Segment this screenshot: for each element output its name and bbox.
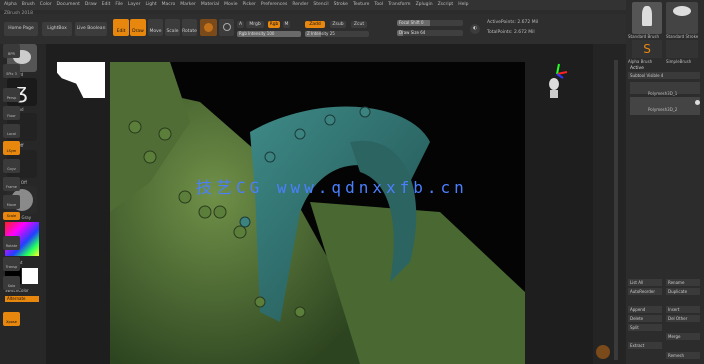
autoreorder-button[interactable]: AutoReorder — [628, 288, 662, 295]
gxyz-button[interactable]: Gxyz — [3, 159, 20, 173]
subtool-panel-title: Active — [630, 66, 644, 71]
edit-button[interactable]: Edit — [113, 19, 129, 36]
menu-item-alpha[interactable]: Alpha — [4, 2, 17, 8]
menu-item-help[interactable]: Help — [458, 2, 468, 8]
m-button[interactable]: M — [283, 21, 290, 28]
menu-item-marker[interactable]: Marker — [180, 2, 196, 8]
spix-button[interactable]: SPix 3 — [3, 64, 20, 78]
menu-item-macro[interactable]: Macro — [162, 2, 176, 8]
subtool-visible-slider[interactable]: Subtool Visible 4 — [628, 72, 700, 79]
subtool-name-4: SimpleBrush — [666, 59, 692, 64]
focal-shift-slider[interactable]: Focal Shift 0 — [397, 20, 463, 26]
merge-button[interactable]: Merge — [666, 333, 700, 340]
menu-item-material[interactable]: Material — [201, 2, 219, 8]
subtool-thumb-2[interactable] — [666, 2, 698, 34]
floor-button[interactable]: Floor — [3, 106, 20, 120]
menu-item-file[interactable]: File — [115, 2, 123, 8]
move-view-button[interactable]: Move — [3, 195, 20, 209]
menu-item-stencil[interactable]: Stencil — [313, 2, 328, 8]
viewport[interactable] — [110, 62, 525, 364]
material-sphere-icon[interactable] — [200, 19, 217, 36]
menu-item-draw[interactable]: Draw — [85, 2, 97, 8]
axis-gizmo-icon — [549, 63, 568, 98]
scale-view-button[interactable]: Scale — [3, 212, 20, 220]
zcut-button[interactable]: Zcut — [351, 21, 367, 28]
subtool-name-2: Standard Stroke — [666, 34, 699, 39]
solo-button[interactable]: Solo — [3, 276, 20, 290]
menu-item-preferences[interactable]: Preferences — [261, 2, 287, 8]
active-points: ActivePoints: 2.672 Mil — [487, 20, 539, 25]
rename-button[interactable]: Rename — [666, 279, 700, 286]
duplicate-button[interactable]: Duplicate — [666, 288, 700, 295]
remesh-button[interactable]: Remesh — [666, 352, 700, 359]
right-scrollbar[interactable] — [614, 60, 618, 360]
menu-item-stroke[interactable]: Stroke — [334, 2, 348, 8]
live-boolean-button[interactable]: Live Boolean — [75, 22, 107, 36]
menu-item-document[interactable]: Document — [57, 2, 80, 8]
list-all-button[interactable]: List All — [628, 279, 662, 286]
rgb-intensity-slider[interactable]: Rgb Intensity 100 — [237, 31, 301, 37]
mrgb-button[interactable]: Mrgb — [246, 21, 264, 28]
delete-button[interactable]: Delete — [628, 315, 662, 322]
right-shelf — [593, 44, 626, 364]
navigation-gizmo[interactable] — [545, 62, 569, 102]
move-button[interactable]: Move — [148, 19, 163, 36]
xpose-button[interactable]: Xpose — [3, 312, 20, 326]
menu-item-picker[interactable]: Picker — [242, 2, 255, 8]
menu-item-zplugin[interactable]: Zplugin — [416, 2, 433, 8]
dynamic-button[interactable]: ◐ — [470, 24, 480, 34]
watermark: 技艺CG www.qdnxxfb.cn — [196, 178, 468, 197]
menu-item-layer[interactable]: Layer — [128, 2, 141, 8]
draw-size-slider[interactable]: Draw Size 64 — [397, 30, 463, 36]
menu-item-render[interactable]: Render — [292, 2, 308, 8]
subtool-item-1[interactable]: Polymesh3D_1 — [630, 82, 700, 96]
frame-button[interactable]: Frame — [3, 177, 20, 191]
lightbox-button[interactable]: LightBox — [42, 22, 72, 36]
scale-button[interactable]: Scale — [165, 19, 180, 36]
append-button[interactable]: Append — [628, 306, 662, 313]
menu-item-zscript[interactable]: Zscript — [438, 2, 454, 8]
subtool-thumb-1[interactable] — [632, 2, 662, 34]
subtool-thumb-3[interactable]: S — [632, 40, 662, 58]
home-page-button[interactable]: Home Page — [4, 22, 38, 36]
persp-button[interactable]: Persp — [3, 88, 20, 102]
primary-color-swatch[interactable] — [22, 268, 38, 284]
subtool-name-1: Standard Brush — [628, 34, 660, 39]
draw-button[interactable]: Draw — [130, 19, 146, 36]
rotate-button[interactable]: Rotate — [182, 19, 197, 36]
split-button[interactable]: Split — [628, 324, 662, 331]
bpr-button[interactable]: BPR — [3, 44, 20, 58]
z-intensity-slider[interactable]: Z Intensity 25 — [305, 31, 369, 37]
menu-item-movie[interactable]: Movie — [224, 2, 237, 8]
lsym-button[interactable]: LSym — [3, 141, 20, 155]
local-button[interactable]: Local — [3, 124, 20, 138]
menu-item-texture[interactable]: Texture — [353, 2, 369, 8]
menu-item-transform[interactable]: Transform — [388, 2, 410, 8]
menu-bar: Alpha Brush Color Document Draw Edit File Layer… — [0, 0, 704, 10]
sculpt-model — [110, 62, 525, 364]
transp-button[interactable]: Transp — [3, 257, 20, 271]
alternate-button[interactable]: Alternate — [5, 296, 39, 302]
insert-button[interactable]: Insert — [666, 306, 700, 313]
menu-item-light[interactable]: Light — [145, 2, 156, 8]
subtool-name-3: Alpha Brush — [628, 59, 653, 64]
zadd-button[interactable]: Zadd — [305, 21, 325, 28]
total-points: TotalPoints: 2.672 Mil — [487, 30, 535, 35]
rgb-button[interactable]: Rgb — [268, 21, 280, 28]
menu-item-edit[interactable]: Edit — [102, 2, 111, 8]
gizmo-icon[interactable] — [219, 19, 234, 36]
eye-icon[interactable] — [695, 100, 700, 105]
spotlight-icon[interactable] — [596, 345, 610, 359]
subtool-thumb-4[interactable] — [666, 40, 698, 58]
del-other-button[interactable]: Del Other — [666, 315, 700, 322]
extract-button[interactable]: Extract — [628, 342, 662, 349]
menu-item-color[interactable]: Color — [40, 2, 52, 8]
a-button[interactable]: A — [237, 21, 244, 28]
rotate-view-button[interactable]: Rotate — [3, 236, 20, 250]
menu-item-brush[interactable]: Brush — [22, 2, 35, 8]
menu-item-tool[interactable]: Tool — [374, 2, 383, 8]
zsub-button[interactable]: Zsub — [330, 21, 346, 28]
subtool-item-2[interactable]: Polymesh3D_2 — [630, 97, 700, 115]
